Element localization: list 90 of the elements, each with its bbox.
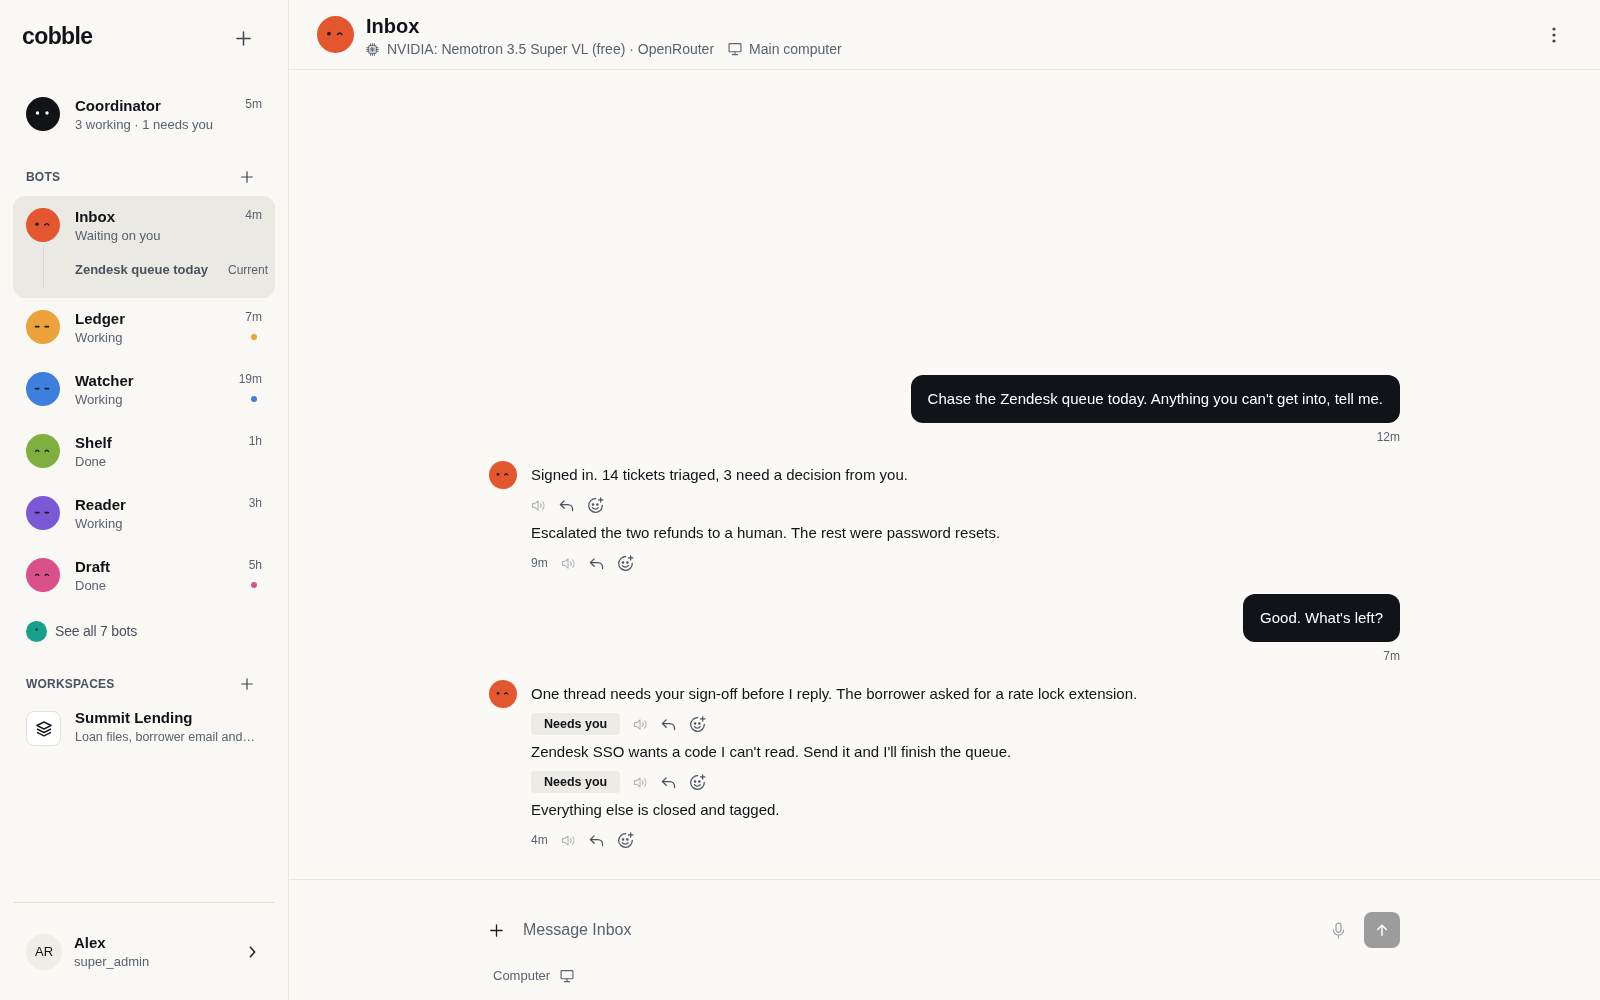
timestamp: 5h: [248, 557, 262, 573]
timestamp: 9m: [531, 555, 548, 572]
status-tag: Needs you: [531, 771, 621, 793]
bot-status: Working: [75, 391, 124, 409]
bot-list-item[interactable]: Watcher Working 19m: [13, 360, 275, 422]
bot-list-item[interactable]: Draft Done 5h: [13, 546, 275, 608]
user-role: super_admin: [74, 952, 151, 971]
bot-status: Working: [75, 515, 124, 533]
bot-name: Reader: [75, 495, 126, 515]
timestamp: 7m: [1383, 649, 1400, 663]
add-reaction-icon[interactable]: [587, 496, 604, 514]
more-button[interactable]: [1552, 26, 1556, 43]
bot-list-item[interactable]: Shelf Done 1h: [13, 422, 275, 484]
timestamp: 7m: [245, 309, 262, 325]
user-name: Alex: [74, 932, 107, 953]
plus-icon: [241, 678, 253, 690]
add-button[interactable]: [241, 678, 253, 690]
reply-icon[interactable]: [588, 556, 604, 570]
layers-icon: [26, 711, 61, 746]
new-button[interactable]: [236, 31, 251, 46]
status-tag: Needs you: [531, 713, 621, 735]
timestamp: 19m: [238, 371, 262, 387]
timestamp: 12m: [1376, 430, 1400, 444]
thread-link[interactable]: Zendesk queue today: [75, 260, 208, 280]
add-reaction-icon[interactable]: [689, 715, 707, 733]
bot-name: Ledger: [75, 309, 125, 329]
bot-list-item[interactable]: Reader Working 3h: [13, 484, 275, 546]
chevron-right-icon[interactable]: [249, 945, 256, 958]
bot-name: Coordinator: [75, 96, 162, 116]
bot-avatar-icon: [317, 16, 354, 53]
model-label: NVIDIA: Nemotron 3.5 Super VL (free) · OpenRouter: [387, 40, 715, 59]
app-logo: cobble: [22, 24, 93, 48]
bot-name: Draft: [75, 557, 110, 577]
timestamp: 4m: [245, 207, 262, 223]
reply-icon[interactable]: [661, 717, 677, 731]
user-avatar: AR: [26, 933, 62, 970]
kebab-menu-icon: [1552, 26, 1556, 43]
timestamp: 4m: [531, 832, 548, 849]
bot-avatar-icon: [489, 461, 517, 489]
message-bubble: Chase the Zendesk queue today. Anything you can't get into, tell me.: [910, 375, 1400, 423]
bot-avatar-icon: [26, 620, 47, 642]
section-heading: WORKSPACES: [26, 676, 115, 693]
bot-avatar-icon: [489, 680, 517, 708]
chip-icon: [366, 42, 379, 56]
message-bubble: Good. What's left?: [1243, 594, 1400, 642]
timestamp: 1h: [248, 433, 262, 449]
message-text: Signed in. 14 tickets triaged, 3 need a decision from you.: [531, 465, 909, 485]
arrow-up-icon: [1375, 923, 1389, 937]
reply-icon[interactable]: [588, 833, 604, 847]
workspace-item[interactable]: Summit Lending Loan files, borrower email and…: [13, 697, 275, 759]
add-reaction-icon[interactable]: [616, 554, 634, 572]
timestamp: 3h: [248, 495, 262, 511]
bot-name: Inbox: [75, 207, 116, 227]
bot-status: 3 working · 1 needs you: [75, 116, 214, 134]
thread-status: Current: [228, 262, 268, 279]
bot-name: Watcher: [75, 371, 134, 391]
workspace-name: Summit Lending: [75, 708, 194, 728]
plus-icon: [490, 923, 503, 937]
plus-icon: [241, 171, 253, 183]
add-reaction-icon[interactable]: [616, 831, 634, 849]
add-button[interactable]: [241, 171, 253, 183]
bot-name: Shelf: [75, 433, 112, 453]
monitor-icon: [728, 42, 743, 56]
see-all-link[interactable]: See all 7 bots: [55, 620, 138, 642]
bot-list-item[interactable]: Inbox Waiting on you 4m Zendesk queue today Current: [13, 196, 275, 298]
add-reaction-icon[interactable]: [689, 773, 707, 791]
message-text: One thread needs your sign-off before I reply. The borrower asked for a rate lock extension.: [531, 684, 1139, 704]
timestamp: 5m: [245, 96, 262, 112]
bot-status: Working: [75, 329, 124, 347]
message-text: Zendesk SSO wants a code I can't read. Send it and I'll finish the queue.: [531, 742, 1013, 762]
reply-icon[interactable]: [661, 775, 677, 789]
computer-label: Main computer: [749, 40, 842, 59]
microphone-icon[interactable]: [1332, 921, 1345, 939]
bot-status: Done: [75, 577, 108, 595]
attach-button[interactable]: [490, 923, 503, 937]
coordinator-item[interactable]: Coordinator 3 working · 1 needs you 5m: [13, 85, 275, 147]
message-text: Everything else is closed and tagged.: [531, 800, 781, 820]
section-heading: BOTS: [26, 169, 61, 186]
message-input[interactable]: Message Inbox: [523, 918, 1332, 942]
bot-status: Waiting on you: [75, 227, 161, 245]
bot-list-item[interactable]: Ledger Working 7m: [13, 298, 275, 360]
chat-title: Inbox: [366, 14, 421, 38]
plus-icon: [236, 31, 251, 46]
reply-icon[interactable]: [559, 498, 574, 512]
avatar-icon: [26, 97, 60, 131]
computer-button[interactable]: Computer: [489, 966, 575, 986]
bot-status: Done: [75, 453, 108, 471]
monitor-icon: [560, 969, 575, 983]
workspace-description: Loan files, borrower email and…: [75, 729, 255, 746]
message-text: Escalated the two refunds to a human. The rest were password resets.: [531, 523, 1002, 543]
